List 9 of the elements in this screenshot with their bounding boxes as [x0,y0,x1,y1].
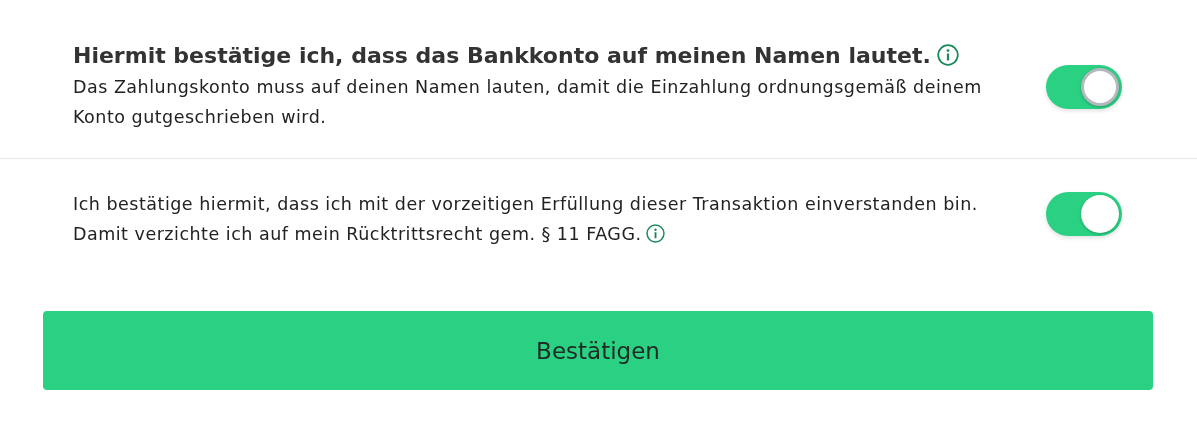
confirm-button[interactable]: Bestätigen [43,311,1153,390]
consent-text: Damit verzichte ich auf mein Rücktrittsrecht gem. § 11 FAGG. [73,224,642,244]
toggle-switch[interactable] [1046,192,1122,236]
info-icon[interactable] [645,224,665,243]
consent-text: Ich bestätige hiermit, dass ich mit der vorzeitigen Erfüllung dieser Transaktion einverstanden bin. [73,194,978,214]
toggle-switch[interactable] [1046,65,1122,109]
consent-text: Das Zahlungskonto muss auf deinen Namen lauten, damit die Einzahlung ordnungsgemäß deinem Konto gutgeschrieben wird. [73,77,982,127]
consent-title: Hiermit bestätige ich, dass das Bankkonto auf meinen Namen lautet. [73,43,931,68]
info-icon[interactable] [936,44,959,66]
